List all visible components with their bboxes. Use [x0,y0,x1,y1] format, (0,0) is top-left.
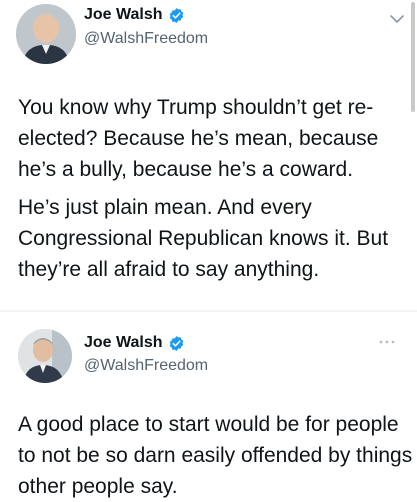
display-name[interactable]: Joe Walsh [84,334,163,352]
verified-badge-icon [168,7,185,24]
verified-badge-icon [168,335,185,352]
tweet-text: You know why Trump shouldn’t get re-elec… [18,96,379,181]
author-row: Joe Walsh [84,334,185,352]
tweet-card[interactable]: Joe Walsh @WalshFreedom You know why Tru… [0,0,417,310]
avatar-photo-icon [16,4,76,64]
avatar-photo-icon [18,329,72,383]
avatar[interactable] [18,329,72,383]
avatar[interactable] [16,4,76,64]
tweet-card[interactable]: Joe Walsh @WalshFreedom A good place to … [0,312,417,500]
tweet-text: A good place to start would be for peopl… [18,413,413,498]
user-handle[interactable]: @WalshFreedom [84,30,208,48]
scrollbar-thumb[interactable] [411,2,415,112]
author-row: Joe Walsh [84,6,185,24]
display-name[interactable]: Joe Walsh [84,6,163,24]
tweet-text: He’s just plain mean. And every Congress… [18,196,389,281]
user-handle[interactable]: @WalshFreedom [84,357,208,375]
more-icon[interactable] [377,334,397,344]
chevron-down-icon[interactable] [388,10,406,28]
